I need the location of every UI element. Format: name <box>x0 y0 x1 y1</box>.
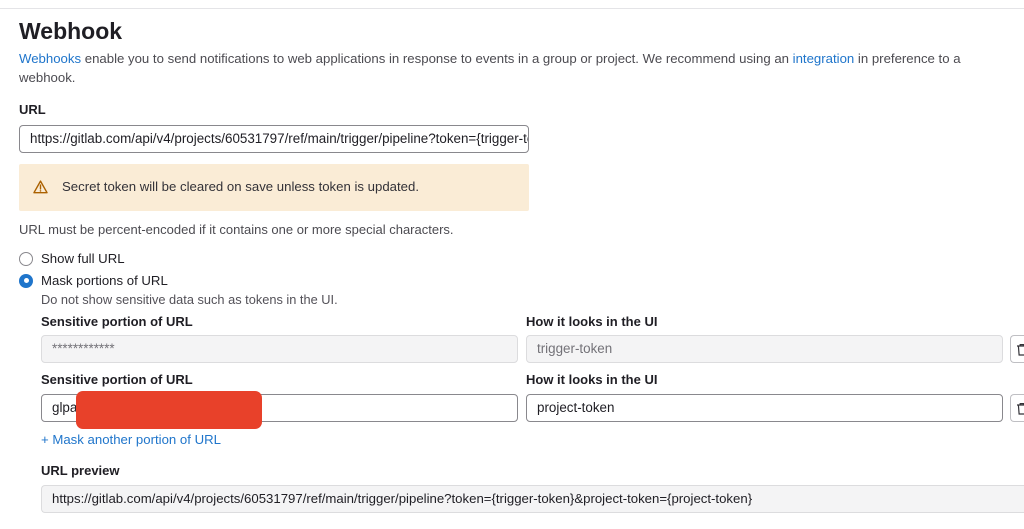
mask-url-radio[interactable] <box>19 273 33 288</box>
page-title: Webhook <box>19 18 123 44</box>
sensitive-portion-label-2: Sensitive portion of URL <box>41 372 193 387</box>
warning-icon <box>33 180 48 199</box>
ui-appearance-label-1: How it looks in the UI <box>526 314 658 329</box>
webhooks-link[interactable]: Webhooks <box>19 51 81 66</box>
remove-mask-button-2[interactable] <box>1010 394 1024 422</box>
sensitive-portion-input-1: ************ <box>41 335 518 363</box>
redaction-overlay <box>76 391 262 429</box>
alert-message: Secret token will be cleared on save unl… <box>62 179 420 194</box>
mask-url-label: Mask portions of URL <box>41 273 168 288</box>
ui-appearance-input-1: trigger-token <box>526 335 1003 363</box>
url-input[interactable]: https://gitlab.com/api/v4/projects/60531… <box>19 125 529 153</box>
remove-mask-button-1[interactable] <box>1010 335 1024 363</box>
show-full-url-radio[interactable] <box>19 251 33 266</box>
url-preview-label: URL preview <box>41 463 120 478</box>
show-full-url-label: Show full URL <box>41 251 125 266</box>
ui-appearance-label-2: How it looks in the UI <box>526 372 658 387</box>
url-label: URL <box>19 102 46 117</box>
mask-url-option[interactable]: Mask portions of URL <box>19 273 168 288</box>
intro-text-part-1: enable you to send notifications to web … <box>81 51 793 66</box>
secret-token-alert: Secret token will be cleared on save unl… <box>19 164 529 211</box>
intro-text: Webhooks enable you to send notification… <box>19 50 1009 87</box>
url-help-text: URL must be percent-encoded if it contai… <box>19 222 454 237</box>
url-preview-field: https://gitlab.com/api/v4/projects/60531… <box>41 485 1024 513</box>
integration-link[interactable]: integration <box>793 51 855 66</box>
add-mask-link[interactable]: + Mask another portion of URL <box>41 432 221 447</box>
show-full-url-option[interactable]: Show full URL <box>19 251 125 266</box>
sensitive-portion-label-1: Sensitive portion of URL <box>41 314 193 329</box>
ui-appearance-input-2[interactable]: project-token <box>526 394 1003 422</box>
top-divider <box>0 8 1024 9</box>
mask-url-help: Do not show sensitive data such as token… <box>41 292 338 307</box>
